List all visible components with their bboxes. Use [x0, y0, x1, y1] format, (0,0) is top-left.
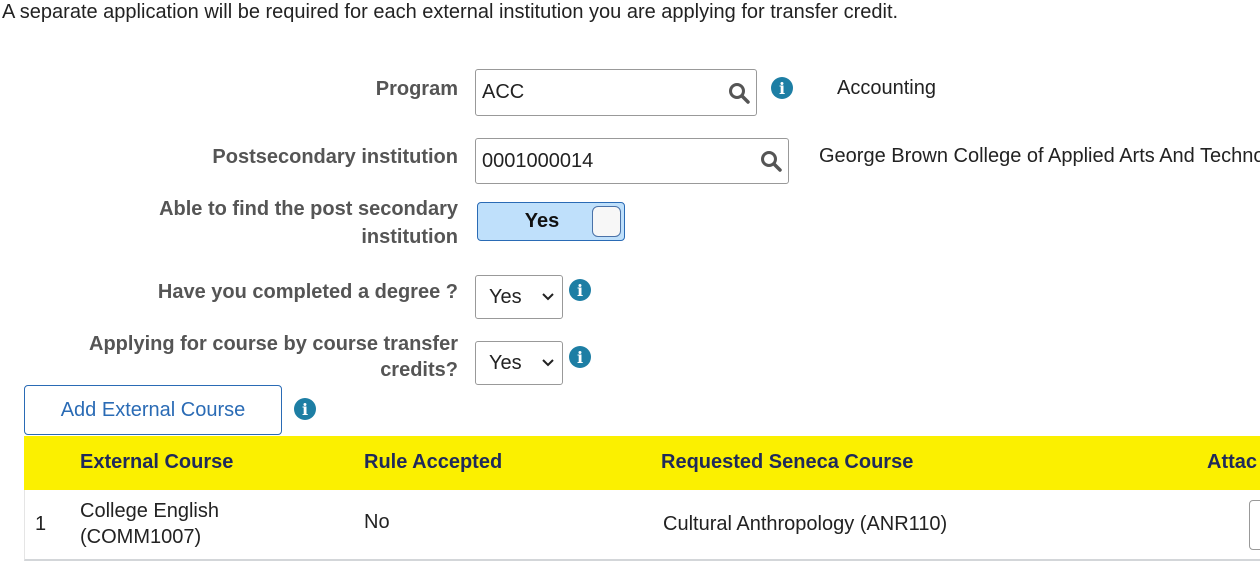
- label-line: institution: [361, 226, 458, 248]
- course-by-course-value: Yes: [489, 351, 522, 374]
- info-icon[interactable]: i: [569, 346, 591, 368]
- chevron-down-icon: [542, 359, 554, 367]
- search-icon[interactable]: [728, 82, 750, 104]
- external-course-cell: College English (COMM1007): [80, 498, 219, 550]
- attachment-button[interactable]: [1249, 500, 1260, 550]
- toggle-knob: [592, 206, 621, 237]
- program-value: ACC: [482, 81, 525, 103]
- degree-select[interactable]: Yes: [475, 275, 563, 319]
- chevron-down-icon: [542, 293, 554, 301]
- program-label: Program: [375, 78, 458, 100]
- info-icon[interactable]: i: [294, 398, 316, 420]
- able-to-find-label: Able to find the post secondary instituti…: [159, 195, 458, 251]
- intro-text: A separate application will be required …: [2, 1, 899, 23]
- label-line: Able to find the post secondary: [159, 198, 458, 220]
- degree-label: Have you completed a degree ?: [157, 281, 458, 303]
- program-input[interactable]: ACC: [475, 69, 757, 116]
- header-requested-course[interactable]: Requested Seneca Course: [661, 451, 913, 474]
- label-line: Applying for course by course transfer: [89, 333, 458, 355]
- label-line: credits?: [380, 359, 458, 381]
- toggle-label: Yes: [524, 210, 560, 232]
- course-by-course-select[interactable]: Yes: [475, 341, 563, 385]
- rule-accepted-cell: No: [364, 511, 390, 533]
- search-icon[interactable]: [760, 150, 782, 172]
- header-rule-accepted[interactable]: Rule Accepted: [364, 451, 502, 474]
- header-external-course[interactable]: External Course: [80, 451, 233, 474]
- able-to-find-toggle[interactable]: Yes: [477, 202, 625, 241]
- header-attachment[interactable]: Attac: [1207, 451, 1257, 474]
- program-description: Accounting: [837, 77, 936, 99]
- add-external-course-button[interactable]: Add External Course: [24, 385, 282, 435]
- row-number: 1: [35, 513, 47, 535]
- institution-input[interactable]: 0001000014: [475, 138, 789, 184]
- course-by-course-label: Applying for course by course transfer cr…: [89, 331, 458, 383]
- requested-course-cell: Cultural Anthropology (ANR110): [663, 513, 948, 535]
- cell-line: College English: [80, 500, 219, 522]
- institution-label: Postsecondary institution: [212, 146, 458, 168]
- info-icon[interactable]: i: [771, 77, 793, 99]
- institution-description: George Brown College of Applied Arts And…: [819, 145, 1260, 167]
- info-icon[interactable]: i: [569, 279, 591, 301]
- institution-value: 0001000014: [482, 149, 594, 172]
- cell-line: (COMM1007): [80, 526, 202, 548]
- degree-value: Yes: [489, 285, 522, 308]
